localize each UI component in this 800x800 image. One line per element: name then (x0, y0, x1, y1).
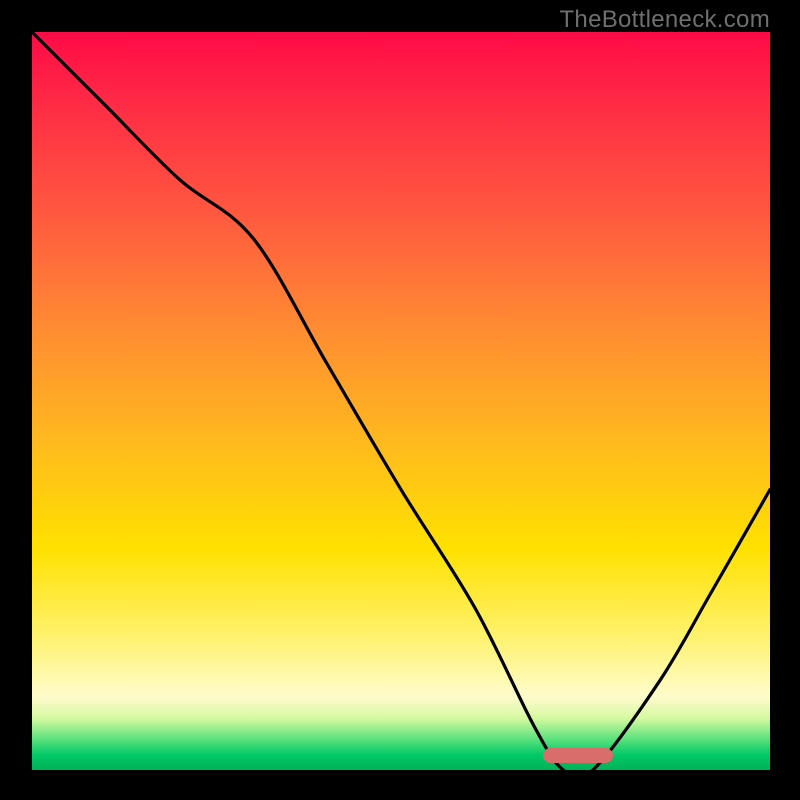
watermark-text: TheBottleneck.com (559, 6, 770, 34)
chart-background-gradient (32, 32, 770, 770)
chart-plot-area (32, 32, 770, 770)
valley-marker-pill (543, 748, 613, 763)
